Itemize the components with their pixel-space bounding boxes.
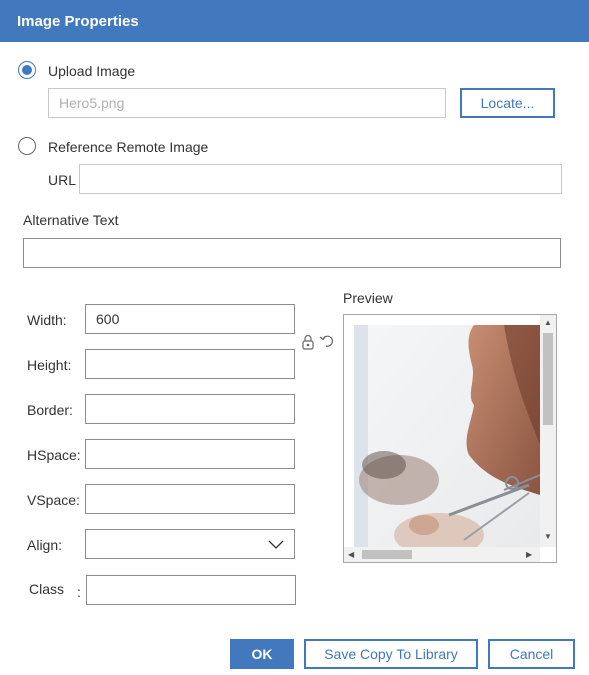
upload-file-field[interactable] <box>48 88 446 118</box>
height-label: Height: <box>27 357 72 373</box>
save-copy-button[interactable]: Save Copy To Library <box>304 639 478 669</box>
reset-size-icon[interactable] <box>319 334 335 353</box>
dialog-title: Image Properties <box>17 13 139 30</box>
vspace-input[interactable] <box>85 484 295 514</box>
link-lock-icon[interactable] <box>301 334 315 355</box>
vspace-label: VSpace: <box>27 492 80 508</box>
scroll-right-icon[interactable]: ▶ <box>526 551 532 559</box>
chevron-down-icon <box>268 537 284 556</box>
border-label: Border: <box>27 402 73 418</box>
class-input[interactable] <box>86 575 296 605</box>
cancel-button[interactable]: Cancel <box>488 639 575 669</box>
horizontal-scroll-thumb[interactable] <box>362 550 412 559</box>
ok-button[interactable]: OK <box>230 639 294 669</box>
alt-text-input[interactable] <box>23 238 561 268</box>
remote-image-radio[interactable] <box>18 137 36 155</box>
locate-button[interactable]: Locate... <box>460 88 555 118</box>
border-input[interactable] <box>85 394 295 424</box>
url-label: URL <box>48 172 77 188</box>
preview-label: Preview <box>343 290 393 306</box>
hspace-input[interactable] <box>85 439 295 469</box>
align-label: Align: <box>27 537 63 553</box>
class-label: Class <box>29 581 65 597</box>
height-input[interactable] <box>85 349 295 379</box>
url-input[interactable] <box>79 164 562 194</box>
scroll-down-icon[interactable]: ▼ <box>544 533 552 541</box>
dialog-title-bar: Image Properties <box>0 0 589 42</box>
preview-horizontal-scrollbar[interactable]: ◀ ▶ <box>344 547 540 562</box>
width-label: Width: <box>27 312 67 328</box>
upload-image-label: Upload Image <box>48 63 136 79</box>
hspace-label: HSpace: <box>27 447 81 463</box>
width-input[interactable] <box>85 304 295 334</box>
preview-image <box>354 325 540 547</box>
preview-vertical-scrollbar[interactable]: ▲ ▼ <box>540 315 556 547</box>
scroll-left-icon[interactable]: ◀ <box>348 551 354 559</box>
scroll-up-icon[interactable]: ▲ <box>544 319 552 327</box>
preview-panel[interactable]: ▲ ▼ ◀ ▶ <box>343 314 557 563</box>
alt-text-label: Alternative Text <box>23 212 119 228</box>
remote-image-label: Reference Remote Image <box>48 139 209 155</box>
align-select[interactable] <box>85 529 295 559</box>
vertical-scroll-thumb[interactable] <box>543 333 553 425</box>
class-colon: : <box>77 584 81 600</box>
upload-image-radio[interactable] <box>18 61 36 79</box>
